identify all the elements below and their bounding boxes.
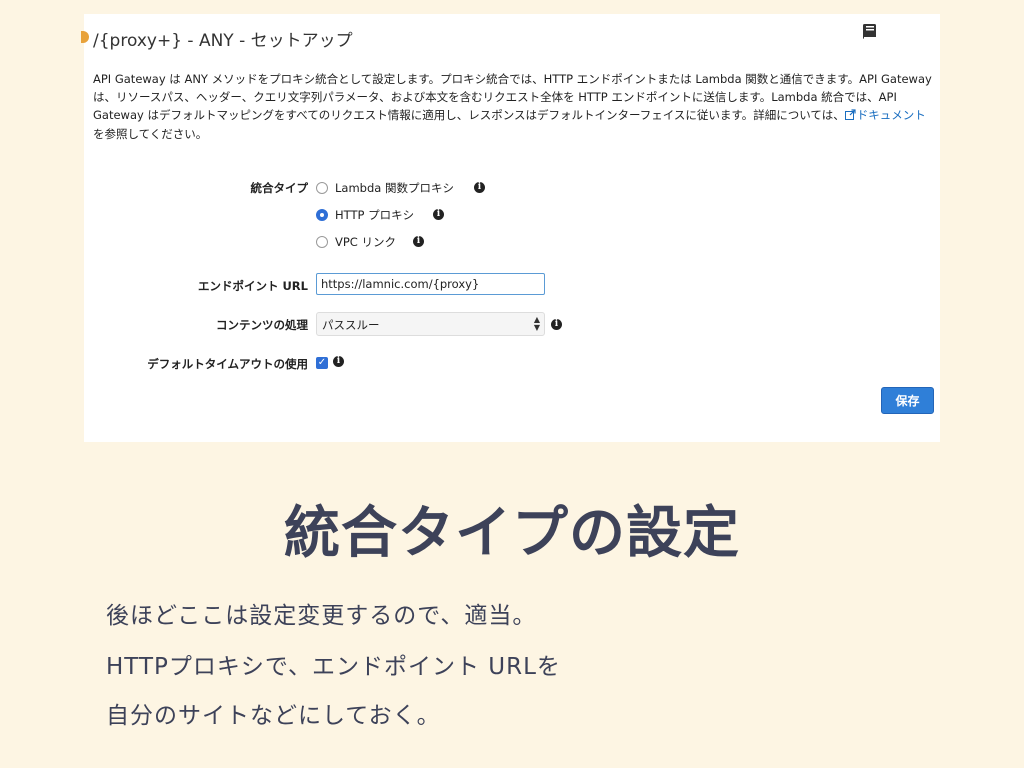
endpoint-url-label: エンドポイント URL <box>197 279 308 293</box>
radio-http-proxy[interactable] <box>316 209 328 221</box>
info-icon[interactable]: i <box>474 182 485 193</box>
content-handling-select[interactable]: パススルー ▲ ▼ <box>316 312 545 336</box>
content-handling-value: パススルー <box>322 318 380 332</box>
default-timeout-checkbox[interactable]: ✓ <box>316 357 328 369</box>
radio-lambda-proxy[interactable] <box>316 182 328 194</box>
option-http-proxy-label: HTTP プロキシ <box>335 208 415 222</box>
book-icon[interactable] <box>862 23 878 41</box>
description: API Gateway は ANY メソッドをプロキシ統合として設定します。プロ… <box>93 70 933 143</box>
panel-title: /{proxy+} - ANY - セットアップ <box>93 31 353 51</box>
save-button[interactable]: 保存 <box>881 387 934 414</box>
default-timeout-label: デフォルトタイムアウトの使用 <box>147 357 308 371</box>
info-icon[interactable]: i <box>333 356 344 367</box>
slide-body-line-3: 自分のサイトなどにしておく。 <box>106 703 441 729</box>
option-vpc-link-label: VPC リンク <box>335 235 396 249</box>
external-link-icon <box>844 109 856 121</box>
resource-indicator-icon <box>81 31 89 43</box>
description-text: API Gateway は ANY メソッドをプロキシ統合として設定します。プロ… <box>93 72 932 123</box>
endpoint-url-input[interactable]: https://lamnic.com/{proxy} <box>316 273 545 295</box>
description-text-end: を参照してください。 <box>93 126 208 141</box>
info-icon[interactable]: i <box>433 209 444 220</box>
select-arrows-icon: ▲ ▼ <box>533 315 540 332</box>
option-lambda-proxy-label: Lambda 関数プロキシ <box>335 181 454 195</box>
info-icon[interactable]: i <box>413 236 424 247</box>
content-handling-label: コンテンツの処理 <box>216 318 308 332</box>
slide-body-line-2: HTTPプロキシで、エンドポイント URLを <box>106 654 561 680</box>
integration-type-label: 統合タイプ <box>250 181 309 195</box>
info-icon[interactable]: i <box>551 319 562 330</box>
slide-body-line-1: 後ほどここは設定変更するので、適当。 <box>106 603 537 629</box>
setup-panel: /{proxy+} - ANY - セットアップ API Gateway は A… <box>81 14 940 442</box>
radio-vpc-link[interactable] <box>316 236 328 248</box>
slide-heading: 統合タイプの設定 <box>284 501 740 566</box>
documentation-link[interactable]: ドキュメント <box>857 108 926 122</box>
